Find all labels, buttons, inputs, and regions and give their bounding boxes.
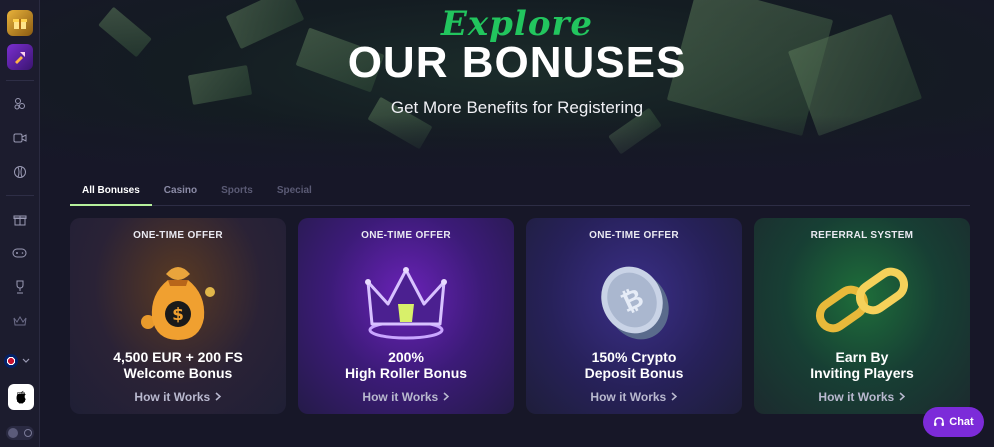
clover-icon: [14, 98, 25, 110]
gamepad-icon: [12, 248, 27, 258]
ball-icon: [13, 166, 26, 178]
chevron-right-icon: [671, 392, 677, 401]
page-title: OUR BONUSES: [347, 38, 687, 87]
sidebar-item-tournaments[interactable]: [0, 270, 40, 304]
gift-icon: [13, 215, 26, 226]
promo-gift-button[interactable]: [6, 10, 33, 36]
gift-box-icon: [12, 19, 27, 29]
card-title-line2: Deposit Bonus: [584, 365, 684, 381]
sidebar-divider: [5, 80, 34, 81]
tab-special[interactable]: Special: [265, 182, 324, 206]
app-root:  Explore OUR BONUSES Get More Benefits …: [0, 0, 994, 447]
language-selector[interactable]: [4, 354, 30, 368]
chat-button[interactable]: Chat: [923, 407, 984, 437]
hero-banner: Explore OUR BONUSES Get More Benefits fo…: [40, 0, 994, 175]
chevron-right-icon: [215, 392, 221, 401]
apple-logo-icon: [16, 390, 26, 404]
svg-text:$: $: [172, 305, 184, 325]
link-label: How it Works: [590, 390, 667, 404]
rocket-icon: [14, 52, 25, 64]
card-title-line1: 200%: [388, 349, 424, 365]
card-title-line2: High Roller Bonus: [344, 365, 468, 381]
how-it-works-link[interactable]: How it Works: [526, 390, 742, 404]
card-title-line2: Inviting Players: [810, 365, 914, 381]
hero-fade: [40, 115, 994, 175]
bonus-card-high-roller[interactable]: ONE-TIME OFFER 200% High Roller Bonus Ho…: [298, 218, 514, 414]
card-title: Earn By Inviting Players: [754, 349, 970, 381]
link-label: How it Works: [818, 390, 895, 404]
sidebar-item-live[interactable]: [0, 121, 40, 155]
card-title-line2: Welcome Bonus: [123, 365, 233, 381]
video-camera-icon: [13, 133, 26, 143]
bonus-tabs: All Bonuses Casino Sports Special: [70, 182, 970, 206]
bonus-card-crypto[interactable]: ONE-TIME OFFER ₿ 150% Crypto Deposit Bon…: [526, 218, 742, 414]
card-tag: REFERRAL SYSTEM: [810, 230, 914, 241]
crypto-coin-icon: ₿: [601, 266, 669, 340]
trophy-icon: [16, 280, 23, 294]
crown-icon: [365, 267, 447, 340]
bonus-card-welcome[interactable]: ONE-TIME OFFER $ 4,500 EUR + 200 FS Welc…: [70, 218, 286, 414]
sidebar-item-games[interactable]: [0, 236, 40, 270]
card-title-line1: Earn By: [835, 349, 889, 365]
uk-flag-icon: [4, 354, 18, 368]
apple-app-button[interactable]: : [8, 384, 34, 410]
sidebar-item-vip[interactable]: [0, 304, 40, 338]
how-it-works-link[interactable]: How it Works: [298, 390, 514, 404]
link-label: How it Works: [362, 390, 439, 404]
tab-casino[interactable]: Casino: [152, 182, 209, 206]
chevron-right-icon: [443, 392, 449, 401]
chat-label: Chat: [949, 416, 974, 428]
sidebar-divider: [5, 195, 34, 196]
games-promo-button[interactable]: [6, 44, 33, 70]
chevron-down-icon: [22, 358, 30, 363]
card-title: 4,500 EUR + 200 FS Welcome Bonus: [70, 349, 286, 381]
chevron-right-icon: [899, 392, 905, 401]
sidebar-item-lucky[interactable]: [0, 87, 40, 121]
bonus-card-referral[interactable]: REFERRAL SYSTEM Earn By Inviting Players…: [754, 218, 970, 414]
card-title: 150% Crypto Deposit Bonus: [526, 349, 742, 381]
crown-outline-icon: [13, 316, 26, 326]
card-tag: ONE-TIME OFFER: [361, 230, 451, 241]
sidebar-item-bonuses[interactable]: [0, 202, 40, 236]
card-title-line1: 150% Crypto: [591, 349, 677, 365]
card-title: 200% High Roller Bonus: [298, 349, 514, 381]
chain-link-icon: [815, 267, 909, 333]
theme-toggle[interactable]: [6, 426, 34, 440]
how-it-works-link[interactable]: How it Works: [70, 390, 286, 404]
headset-icon: [934, 417, 945, 426]
card-title-line1: 4,500 EUR + 200 FS: [113, 349, 243, 365]
sidebar-item-sports[interactable]: [0, 155, 40, 189]
tab-all-bonuses[interactable]: All Bonuses: [70, 182, 152, 206]
how-it-works-link[interactable]: How it Works: [754, 390, 970, 404]
sidebar: : [0, 0, 40, 447]
moon-icon: [8, 428, 18, 438]
hero-subtitle: Get More Benefits for Registering: [390, 98, 644, 117]
link-label: How it Works: [134, 390, 211, 404]
tab-sports[interactable]: Sports: [209, 182, 265, 206]
card-tag: ONE-TIME OFFER: [133, 230, 223, 241]
bonus-cards: ONE-TIME OFFER $ 4,500 EUR + 200 FS Welc…: [70, 218, 970, 414]
card-tag: ONE-TIME OFFER: [589, 230, 679, 241]
money-bag-icon: $: [141, 267, 215, 340]
sun-icon: [24, 429, 32, 437]
